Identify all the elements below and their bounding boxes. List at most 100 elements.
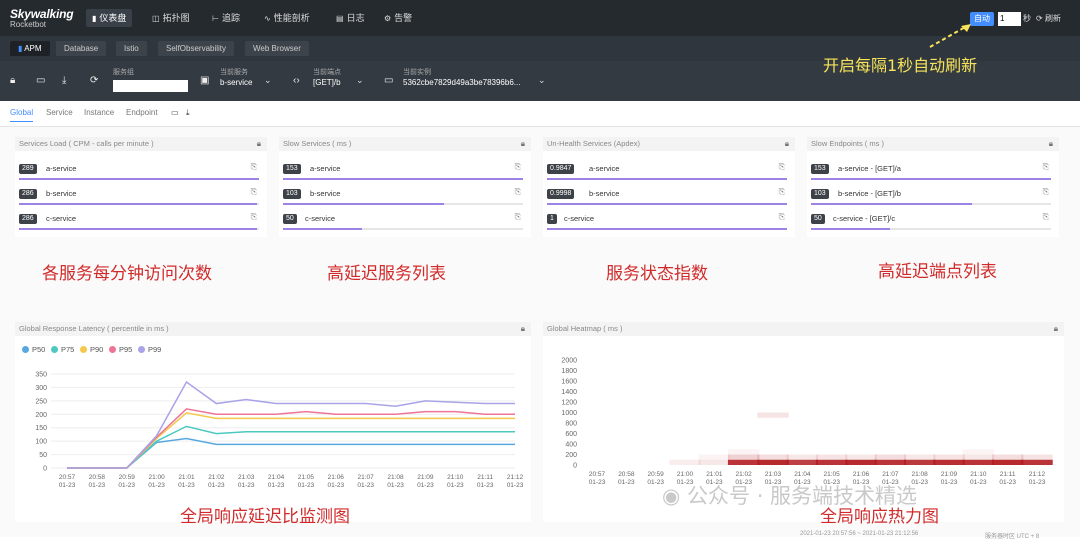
heatmap-cell[interactable] [699, 460, 730, 465]
heatmap-cell[interactable] [904, 460, 935, 465]
heatmap-cell[interactable] [816, 455, 847, 460]
heatmap-cell[interactable] [933, 460, 964, 465]
service-group-input[interactable] [113, 80, 188, 92]
x-tick-line: 01-23 [417, 482, 434, 489]
heatmap-cell[interactable] [963, 455, 994, 460]
service-selector[interactable]: 当前服务b-service [220, 69, 252, 87]
copy-icon[interactable]: ⎘ [515, 187, 521, 197]
endpoint-selector[interactable]: 当前端点[GET]/b [313, 69, 341, 87]
list-item[interactable]: 1c-service⎘ [547, 211, 787, 233]
instance-selector[interactable]: 当前实例5362cbe7829d49a3be78396b6... [403, 69, 520, 87]
series-line-p99[interactable] [67, 382, 515, 468]
heatmap-cell[interactable] [992, 455, 1023, 460]
tab-web-browser[interactable]: Web Browser [245, 41, 309, 56]
progress-bar [283, 203, 523, 205]
legend-item[interactable]: P95 [109, 345, 132, 354]
heatmap-cell[interactable] [963, 449, 994, 454]
heatmap-cell[interactable] [757, 460, 788, 465]
list-item[interactable]: 153a-service⎘ [283, 161, 523, 183]
heatmap-cell[interactable] [845, 460, 876, 465]
tab-istio[interactable]: Istio [116, 41, 147, 56]
heatmap-cell[interactable] [933, 455, 964, 460]
tab-database[interactable]: Database [56, 41, 106, 56]
legend-item[interactable]: P50 [22, 345, 45, 354]
legend-item[interactable]: P99 [138, 345, 161, 354]
scope-tab-global[interactable]: Global [10, 108, 33, 122]
refresh-button[interactable]: ⟳ 刷新 [1036, 12, 1061, 26]
heatmap-cell[interactable] [875, 455, 906, 460]
heatmap-cell[interactable] [875, 460, 906, 465]
list-item[interactable]: 103b-service - [GET]/b⎘ [811, 186, 1051, 208]
list-item[interactable]: 0.9998b-service⎘ [547, 186, 787, 208]
nav-item-0[interactable]: ▮仪表盘 [86, 9, 132, 27]
heatmap-cell[interactable] [963, 460, 994, 465]
heatmap-cell[interactable] [845, 455, 876, 460]
copy-icon[interactable]: ⎘ [515, 162, 521, 172]
lock-icon[interactable]: 🔒︎ [785, 137, 789, 151]
list-item[interactable]: 286c-service⎘ [19, 211, 259, 233]
heatmap-cell[interactable] [904, 455, 935, 460]
chevron-down-icon[interactable]: ⌄ [356, 75, 364, 86]
scope-tab-instance[interactable]: Instance [84, 108, 114, 117]
heatmap-cell[interactable] [728, 460, 759, 465]
nav-item-5[interactable]: ⚙告警 [378, 9, 418, 27]
download-icon[interactable]: ⤓ [186, 108, 190, 118]
copy-icon[interactable]: ⎘ [779, 187, 785, 197]
nav-item-1[interactable]: ◫拓扑图 [146, 9, 196, 27]
series-line-p50[interactable] [67, 438, 515, 468]
lock-icon[interactable]: 🔒︎ [521, 322, 525, 336]
legend-item[interactable]: P75 [51, 345, 74, 354]
nav-item-2[interactable]: ⊢追踪 [206, 9, 246, 27]
heatmap-cell[interactable] [992, 460, 1023, 465]
series-line-p75[interactable] [67, 426, 515, 468]
heatmap-cell[interactable] [787, 460, 818, 465]
copy-icon[interactable]: ⎘ [251, 187, 257, 197]
nav-item-4[interactable]: ▤日志 [330, 9, 371, 27]
heatmap-cell[interactable] [669, 460, 700, 465]
nav-item-3[interactable]: ∿性能剖析 [258, 9, 316, 27]
copy-icon[interactable]: ⎘ [1043, 187, 1049, 197]
lock-icon[interactable]: 🔒︎ [1054, 322, 1058, 336]
tab-selfobservability[interactable]: SelfObservability [158, 41, 234, 56]
reload-icon[interactable]: ⟳ [90, 75, 98, 86]
heatmap-cell[interactable] [757, 413, 788, 418]
refresh-interval-input[interactable]: 1 [998, 12, 1021, 26]
list-item[interactable]: 289a-service⎘ [19, 161, 259, 183]
copy-icon[interactable]: ⎘ [1043, 212, 1049, 222]
chevron-down-icon[interactable]: ⌄ [538, 75, 546, 86]
list-item[interactable]: 286b-service⎘ [19, 186, 259, 208]
copy-icon[interactable]: ⎘ [515, 212, 521, 222]
heatmap-cell[interactable] [699, 455, 730, 460]
scope-tab-service[interactable]: Service [46, 108, 73, 117]
download-icon[interactable]: ⤓ [62, 75, 66, 86]
copy-icon[interactable]: ⎘ [779, 212, 785, 222]
lock-icon[interactable]: 🔒︎ [257, 137, 261, 151]
list-item[interactable]: 103b-service⎘ [283, 186, 523, 208]
tab-apm[interactable]: ▮ APM [10, 41, 50, 56]
heatmap-cell[interactable] [787, 455, 818, 460]
x-tick-line: 21:08 [912, 471, 929, 478]
lock-icon[interactable]: 🔒︎ [521, 137, 525, 151]
service-group-selector[interactable]: 服务组 [113, 69, 134, 77]
copy-icon[interactable]: ⎘ [251, 212, 257, 222]
lock-icon[interactable]: 🔒︎ [10, 75, 15, 86]
heatmap-cell[interactable] [757, 455, 788, 460]
lock-icon[interactable]: 🔒︎ [1049, 137, 1053, 151]
list-item[interactable]: 50c-service - [GET]/c⎘ [811, 211, 1051, 233]
list-item[interactable]: 50c-service⎘ [283, 211, 523, 233]
heatmap-cell[interactable] [728, 449, 759, 454]
copy-icon[interactable]: ⎘ [1043, 162, 1049, 172]
chevron-down-icon[interactable]: ⌄ [264, 75, 272, 86]
copy-icon[interactable]: ⎘ [251, 162, 257, 172]
folder-icon[interactable]: ▭ [171, 108, 179, 117]
heatmap-cell[interactable] [816, 460, 847, 465]
heatmap-cell[interactable] [728, 455, 759, 460]
scope-tab-endpoint[interactable]: Endpoint [126, 108, 158, 117]
heatmap-cell[interactable] [1021, 460, 1052, 465]
list-item[interactable]: 153a-service - [GET]/a⎘ [811, 161, 1051, 183]
copy-icon[interactable]: ⎘ [779, 162, 785, 172]
list-item[interactable]: 0.9847a-service⎘ [547, 161, 787, 183]
legend-item[interactable]: P90 [80, 345, 103, 354]
folder-icon[interactable]: ▭ [36, 75, 45, 86]
heatmap-cell[interactable] [1021, 455, 1052, 460]
